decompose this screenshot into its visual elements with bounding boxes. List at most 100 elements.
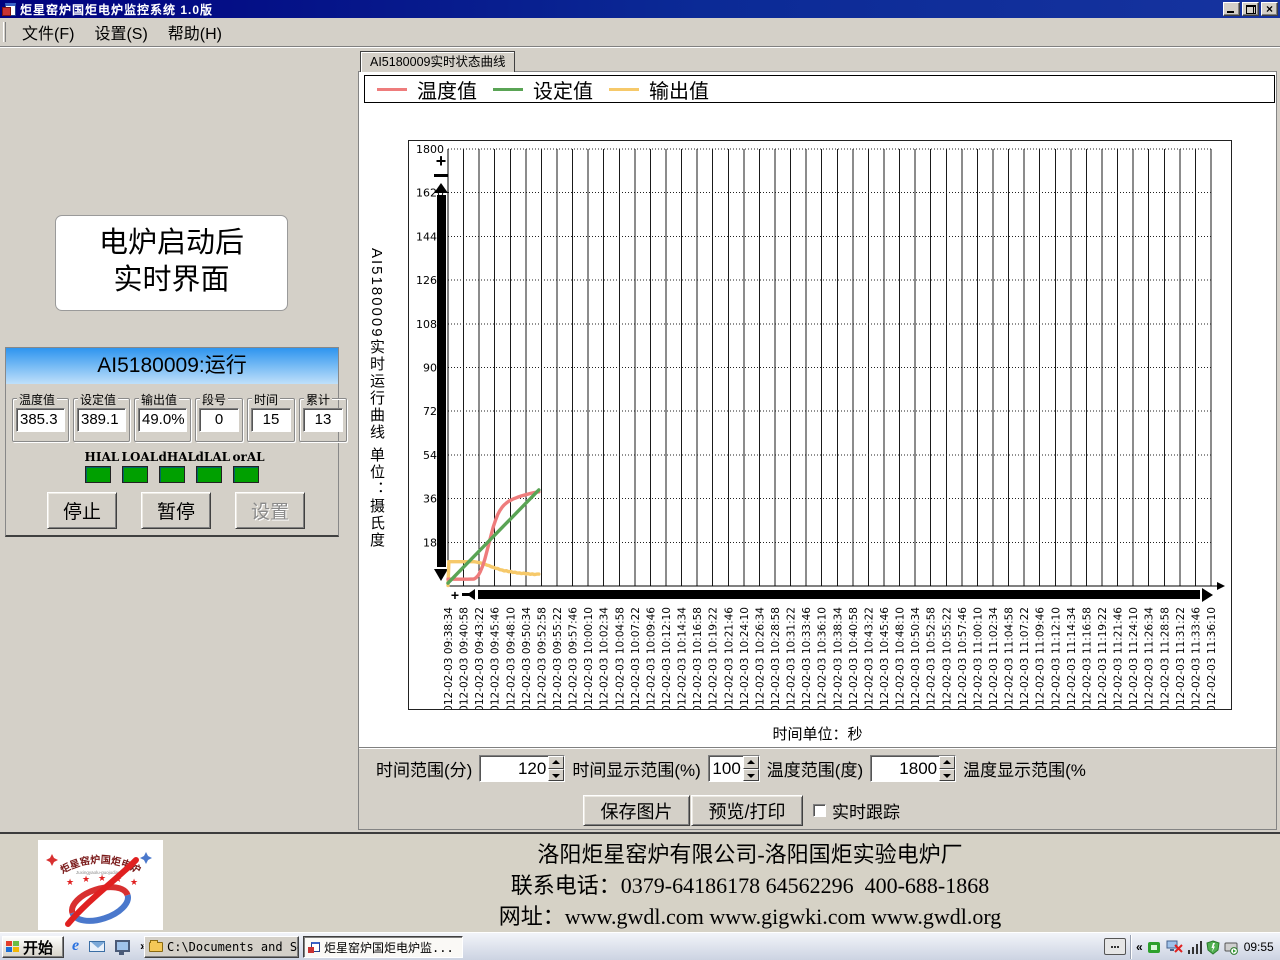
- spinner-value: 1800: [871, 756, 939, 781]
- svg-text:2012-02-03 11:14:34: 2012-02-03 11:14:34: [1066, 607, 1078, 709]
- chart-svg: 18036054072090010801260144016201800++201…: [409, 141, 1231, 709]
- chart-area[interactable]: 18036054072090010801260144016201800++201…: [408, 140, 1232, 710]
- taskbar-task-2[interactable]: 炬星窑炉国炬电炉监...: [303, 936, 463, 958]
- spinner-up-icon[interactable]: [939, 756, 955, 769]
- internet-explorer-icon[interactable]: e: [72, 937, 79, 955]
- alarm-indicator: dLAL: [196, 450, 223, 483]
- spinner-down-icon[interactable]: [548, 769, 564, 782]
- svg-text:2012-02-03 11:19:22: 2012-02-03 11:19:22: [1097, 607, 1109, 709]
- taskbar-clock: 09:55: [1244, 940, 1274, 954]
- company-logo: 炬星窑炉国炬电炉 Juxingyaolu-guojudianlu ★★ ★★ ★: [38, 840, 163, 930]
- alarm-row: HIALLOALdHALdLALorAL: [6, 450, 338, 483]
- signal-strength-icon[interactable]: [1188, 940, 1202, 955]
- spinner-down-icon[interactable]: [743, 769, 759, 782]
- website-urls: 网址：www.gwdl.com www.gigwki.com www.gwdl.…: [290, 901, 1210, 932]
- quick-launch: e »: [72, 937, 147, 955]
- tab-realtime-curve[interactable]: AI5180009实时状态曲线: [360, 51, 515, 72]
- svg-text:2012-02-03 09:57:46: 2012-02-03 09:57:46: [568, 607, 580, 709]
- alarm-label: orAL: [233, 450, 260, 464]
- svg-text:2012-02-03 11:28:58: 2012-02-03 11:28:58: [1159, 607, 1171, 709]
- windows-logo-icon: [6, 941, 19, 953]
- menu-item-3[interactable]: 帮助(H): [158, 23, 232, 46]
- tray-app-icon[interactable]: [1147, 940, 1162, 955]
- spinner-up-icon[interactable]: [548, 756, 564, 769]
- security-shield-icon[interactable]: [1206, 940, 1220, 955]
- restore-button[interactable]: [1242, 2, 1259, 16]
- range-spinner-1[interactable]: 120: [479, 755, 565, 782]
- close-button[interactable]: ×: [1261, 2, 1278, 16]
- svg-text:2012-02-03 11:04:58: 2012-02-03 11:04:58: [1004, 607, 1016, 709]
- field-value[interactable]: 385.3: [16, 408, 65, 432]
- svg-text:2012-02-03 10:14:34: 2012-02-03 10:14:34: [677, 607, 689, 709]
- spinner-up-icon[interactable]: [743, 756, 759, 769]
- svg-text:★: ★: [82, 874, 90, 884]
- field-label: 时间: [252, 391, 280, 408]
- spinner-down-icon[interactable]: [939, 769, 955, 782]
- svg-text:2012-02-03 11:07:22: 2012-02-03 11:07:22: [1019, 607, 1031, 709]
- field-value[interactable]: 389.1: [77, 408, 126, 432]
- field-value[interactable]: 49.0%: [138, 408, 187, 432]
- desktop-icon[interactable]: [115, 940, 130, 952]
- field-value[interactable]: 0: [199, 408, 239, 432]
- preview-print-button[interactable]: 预览/打印: [691, 795, 803, 826]
- network-disconnected-icon[interactable]: [1166, 940, 1184, 955]
- close-icon: ×: [1262, 2, 1277, 16]
- field-group: 时间15: [247, 398, 295, 442]
- field-value[interactable]: 13: [303, 408, 343, 432]
- status-header: AI5180009:运行: [6, 348, 338, 384]
- folder-icon: [149, 942, 163, 952]
- svg-text:2012-02-03 10:38:34: 2012-02-03 10:38:34: [832, 607, 844, 709]
- menu-item-2[interactable]: 设置(S): [84, 23, 157, 46]
- legend-label: 输出值: [649, 75, 709, 104]
- save-image-button[interactable]: 保存图片: [583, 795, 690, 826]
- app-icon: [2, 3, 16, 16]
- field-group: 设定值389.1: [73, 398, 130, 442]
- field-label: 输出值: [139, 391, 179, 408]
- series-输出值: [448, 562, 539, 586]
- svg-text:2012-02-03 10:00:10: 2012-02-03 10:00:10: [583, 607, 595, 709]
- horizontal-zoom-scrollbar[interactable]: +: [451, 587, 1213, 603]
- alarm-lamp-LOAL: [122, 466, 148, 483]
- svg-text:2012-02-03 10:57:46: 2012-02-03 10:57:46: [957, 607, 969, 709]
- svg-text:2012-02-03 11:26:34: 2012-02-03 11:26:34: [1144, 607, 1156, 709]
- svg-text:2012-02-03 11:00:10: 2012-02-03 11:00:10: [972, 607, 984, 709]
- svg-text:2012-02-03 10:36:10: 2012-02-03 10:36:10: [817, 607, 829, 709]
- alarm-label: LOAL: [122, 450, 149, 464]
- input-method-icon[interactable]: [1104, 938, 1126, 955]
- svg-text:2012-02-03 10:50:34: 2012-02-03 10:50:34: [910, 607, 922, 709]
- svg-text:2012-02-03 10:48:10: 2012-02-03 10:48:10: [895, 607, 907, 709]
- drive-activity-icon[interactable]: [1224, 940, 1238, 955]
- alarm-label: dLAL: [196, 450, 223, 464]
- svg-text:2012-02-03 10:21:46: 2012-02-03 10:21:46: [723, 607, 735, 709]
- taskbar-task-1[interactable]: C:\Documents and Se...: [144, 936, 299, 958]
- range-spinner-3[interactable]: 1800: [870, 755, 956, 782]
- footer: 炬星窑炉国炬电炉 Juxingyaolu-guojudianlu ★★ ★★ ★: [0, 832, 1280, 932]
- minimize-button[interactable]: [1223, 2, 1240, 16]
- svg-text:2012-02-03 11:33:46: 2012-02-03 11:33:46: [1190, 607, 1202, 709]
- pause-button[interactable]: 暂停: [141, 492, 211, 529]
- menu-item-1[interactable]: 文件(F): [12, 23, 84, 46]
- contact-phone: 联系电话：0379-64186178 64562296 400-688-1868: [290, 870, 1210, 901]
- svg-text:+: +: [451, 587, 459, 603]
- svg-text:2012-02-03 10:09:46: 2012-02-03 10:09:46: [645, 607, 657, 709]
- realtime-track-checkbox[interactable]: [813, 804, 826, 817]
- alarm-lamp-dHAL: [159, 466, 185, 483]
- restore-icon: [1246, 5, 1256, 14]
- svg-text:2012-02-03 10:04:58: 2012-02-03 10:04:58: [614, 607, 626, 709]
- svg-text:2012-02-03 11:02:34: 2012-02-03 11:02:34: [988, 607, 1000, 709]
- alarm-label: dHAL: [159, 450, 186, 464]
- tray-chevron[interactable]: «: [1136, 940, 1143, 954]
- system-tray: « 09:55: [1130, 935, 1278, 959]
- mail-icon[interactable]: [89, 941, 105, 952]
- range-spinner-2[interactable]: 100: [708, 755, 760, 782]
- stop-button[interactable]: 停止: [47, 492, 117, 529]
- spinner-buttons: [548, 756, 564, 781]
- svg-text:2012-02-03 09:52:58: 2012-02-03 09:52:58: [536, 607, 548, 709]
- range-label-4: 温度显示范围(%: [963, 756, 1086, 781]
- svg-text:2012-02-03 10:24:10: 2012-02-03 10:24:10: [739, 607, 751, 709]
- y-axis-title: AI5180009实时运行曲线 单位：摄氏度: [366, 248, 387, 578]
- svg-text:★: ★: [66, 877, 74, 887]
- field-value[interactable]: 15: [251, 408, 291, 432]
- start-button[interactable]: 开始: [2, 936, 64, 958]
- svg-text:2012-02-03 10:40:58: 2012-02-03 10:40:58: [848, 607, 860, 709]
